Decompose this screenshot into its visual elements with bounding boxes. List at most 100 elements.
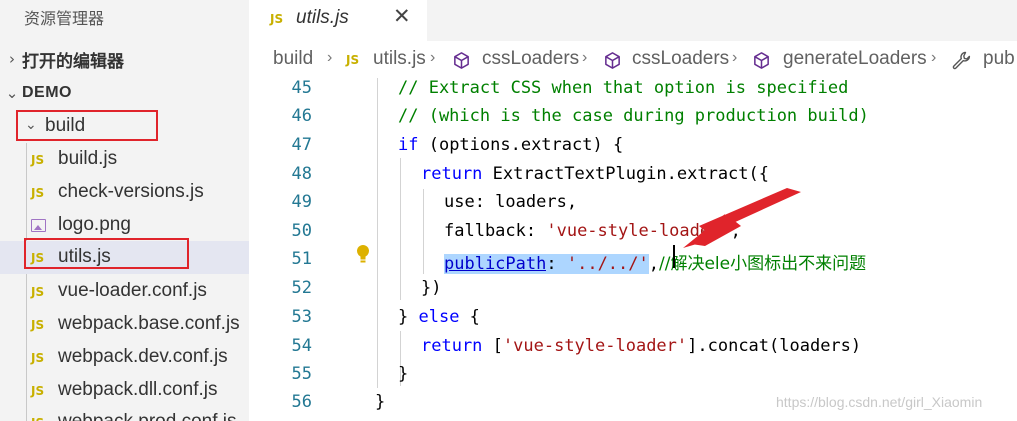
file-item[interactable]: JS webpack.dll.conf.js [0, 374, 249, 407]
open-editors-label: 打开的编辑器 [22, 51, 124, 71]
breadcrumb: build › JS utils.js › cssLoaders › cssLo… [249, 41, 1017, 78]
cube-icon [605, 52, 620, 69]
file-label: webpack.prod.conf.js [58, 411, 237, 421]
indent-guide [423, 189, 424, 274]
chevron-right-icon: › [327, 49, 333, 66]
file-label: webpack.base.conf.js [58, 313, 240, 334]
file-item[interactable]: JS webpack.dev.conf.js [0, 341, 249, 374]
code-line: } else { [398, 307, 480, 327]
code-text: (options.extract) { [418, 135, 624, 155]
workspace-section[interactable]: ⌄ DEMO [0, 78, 249, 108]
code-line: publicPath: '../../',//解决ele小图标出不来问题 [444, 249, 866, 274]
code-text: } [398, 364, 409, 384]
code-text: } [398, 307, 419, 327]
open-editors-section[interactable]: › 打开的编辑器 [0, 44, 249, 74]
watermark: https://blog.csdn.net/girl_Xiaomin [776, 394, 983, 410]
code-line: // Extract CSS when that option is speci… [398, 78, 848, 98]
code-text: ExtractTextPlugin.extract({ [482, 164, 769, 184]
breadcrumb-item-file[interactable]: utils.js [373, 48, 426, 70]
annotation-arrow [683, 188, 801, 248]
line-number: 45 [291, 78, 312, 98]
breadcrumb-item-function[interactable]: cssLoaders [482, 48, 579, 70]
code-property-highlighted: publicPath [444, 254, 547, 274]
code-keyword: return [421, 164, 483, 184]
code-string-selected: '../../' [566, 254, 649, 274]
file-label: check-versions.js [58, 181, 204, 202]
line-number: 54 [291, 336, 312, 356]
chevron-right-icon: › [9, 50, 15, 68]
line-number: 50 [291, 221, 312, 241]
code-text: , [648, 254, 659, 274]
workspace-label: DEMO [22, 84, 72, 101]
code-text: ].concat(loaders) [687, 336, 862, 356]
cube-icon [754, 52, 769, 69]
file-item[interactable]: JS webpack.prod.conf.js [0, 406, 249, 421]
breadcrumb-item-property[interactable]: pub [983, 48, 1015, 70]
indent-guide [377, 78, 378, 388]
line-number: 51 [291, 249, 312, 269]
code-line: return ExtractTextPlugin.extract({ [421, 164, 769, 184]
annotation-box-utils [24, 238, 189, 269]
code-line: } [398, 364, 408, 384]
js-file-icon: JS [346, 53, 360, 67]
line-number: 53 [291, 307, 312, 327]
chevron-right-icon: › [582, 49, 588, 66]
code-text: use: loaders, [444, 192, 578, 212]
file-label: webpack.dev.conf.js [58, 346, 228, 367]
code-comment: //解决ele小图标出不来问题 [659, 254, 867, 274]
code-text: }) [421, 278, 442, 298]
code-text: fallback: [444, 221, 547, 241]
code-text: { [459, 307, 480, 327]
file-item[interactable]: JS check-versions.js [0, 176, 249, 209]
code-line: return ['vue-style-loader'].concat(loade… [421, 336, 861, 356]
lightbulb-icon[interactable] [355, 244, 371, 264]
wrench-icon [952, 51, 971, 70]
code-text: [ [482, 336, 503, 356]
annotation-box-build [16, 110, 158, 141]
breadcrumb-item-function[interactable]: generateLoaders [783, 48, 927, 70]
js-file-icon: JS [31, 318, 45, 332]
tab-utils-js[interactable]: JS utils.js ✕ [249, 0, 427, 41]
breadcrumb-item-build[interactable]: build [273, 48, 313, 70]
line-number: 55 [291, 364, 312, 384]
file-item[interactable]: JS build.js [0, 143, 249, 176]
editor-tab-bar: JS utils.js ✕ [249, 0, 1017, 41]
code-keyword: return [421, 336, 483, 356]
text-cursor [673, 245, 675, 268]
line-number: 56 [291, 392, 312, 412]
code-comment: // Extract CSS when that option is speci… [398, 78, 849, 98]
close-icon[interactable]: ✕ [393, 4, 411, 28]
code-editor[interactable]: 45 // Extract CSS when that option is sp… [249, 78, 1017, 421]
code-line: if (options.extract) { [398, 135, 623, 155]
js-file-icon: JS [31, 416, 44, 421]
code-string: 'vue-style-loader' [502, 336, 688, 356]
explorer-title: 资源管理器 [24, 9, 105, 28]
file-label: vue-loader.conf.js [58, 280, 207, 301]
code-line: // (which is the case during production … [398, 106, 869, 126]
chevron-down-icon: ⌄ [5, 84, 19, 102]
line-number: 47 [291, 135, 312, 155]
js-file-icon: JS [31, 186, 45, 200]
code-line: use: loaders, [444, 192, 577, 212]
cube-icon [454, 52, 469, 69]
line-number: 52 [291, 278, 312, 298]
line-number: 46 [291, 106, 312, 126]
breadcrumb-item-function[interactable]: cssLoaders [632, 48, 729, 70]
line-number: 48 [291, 164, 312, 184]
js-file-icon: JS [31, 285, 45, 299]
code-text: : [546, 254, 557, 274]
image-file-icon [31, 219, 46, 232]
js-file-icon: JS [31, 153, 45, 167]
line-number: 49 [291, 192, 312, 212]
code-comment: // (which is the case during production … [398, 106, 869, 126]
file-item[interactable]: JS vue-loader.conf.js [0, 275, 249, 308]
chevron-right-icon: › [732, 49, 738, 66]
js-file-icon: JS [270, 12, 284, 26]
file-item[interactable]: JS webpack.base.conf.js [0, 308, 249, 341]
tab-label: utils.js [296, 7, 349, 28]
code-keyword: if [398, 135, 419, 155]
file-label: build.js [58, 148, 118, 169]
code-line: } [375, 392, 385, 412]
chevron-right-icon: › [430, 49, 436, 66]
js-file-icon: JS [31, 351, 45, 365]
